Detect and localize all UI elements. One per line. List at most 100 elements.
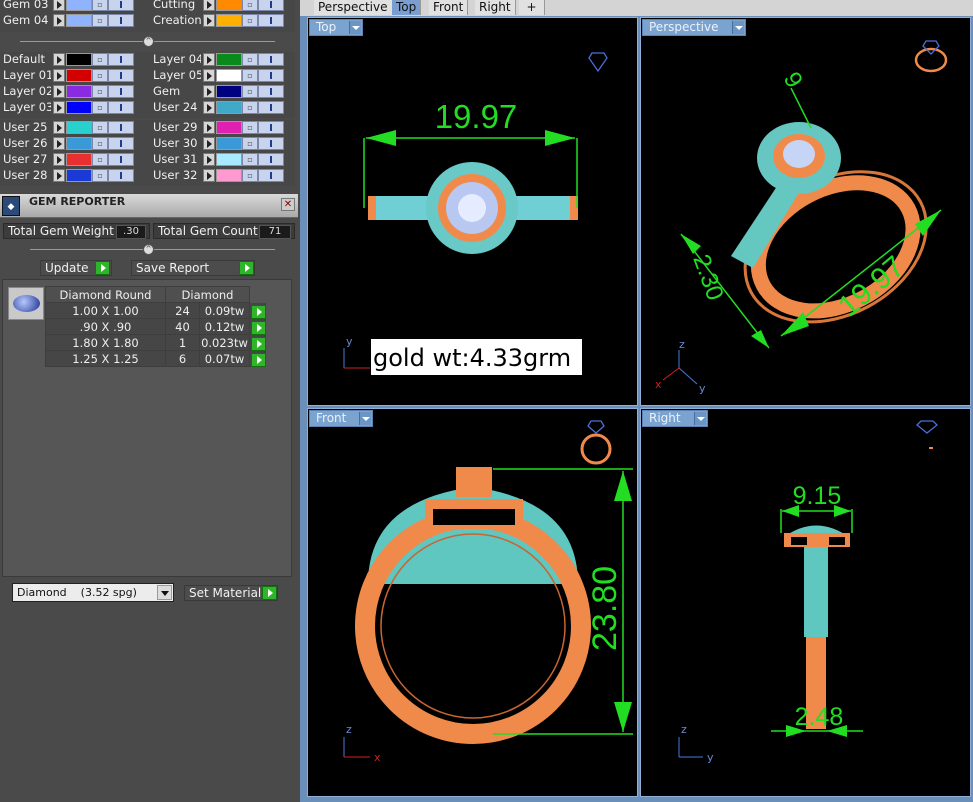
layer-expand-arrow-icon[interactable]: [203, 0, 215, 11]
visibility-icon[interactable]: [258, 137, 284, 150]
layer-expand-arrow-icon[interactable]: [203, 53, 215, 66]
layer-expand-arrow-icon[interactable]: [203, 137, 215, 150]
layer-row[interactable]: Gem 04 ▫: [0, 13, 145, 28]
layer-color-swatch[interactable]: [216, 137, 242, 150]
lock-icon[interactable]: ▫: [92, 53, 108, 66]
layer-row[interactable]: Creation ▫: [150, 13, 295, 28]
layer-color-swatch[interactable]: [66, 169, 92, 182]
save-report-button[interactable]: Save Report: [131, 260, 255, 276]
layer-row[interactable]: Layer 05 ▫: [150, 68, 295, 83]
layer-row[interactable]: User 27 ▫: [0, 152, 145, 167]
lock-icon[interactable]: ▫: [242, 85, 258, 98]
layer-color-swatch[interactable]: [66, 14, 92, 27]
lock-icon[interactable]: ▫: [92, 169, 108, 182]
layer-expand-arrow-icon[interactable]: [53, 121, 65, 134]
layer-row[interactable]: Cutting ▫: [150, 0, 295, 12]
layer-row[interactable]: User 26 ▫: [0, 136, 145, 151]
tab-front[interactable]: Front: [429, 0, 469, 15]
layer-expand-arrow-icon[interactable]: [53, 101, 65, 114]
layer-color-swatch[interactable]: [216, 121, 242, 134]
layer-row[interactable]: User 29 ▫: [150, 120, 295, 135]
layer-color-swatch[interactable]: [216, 69, 242, 82]
add-tab-icon[interactable]: +: [519, 0, 545, 15]
visibility-icon[interactable]: [108, 53, 134, 66]
collapse-knob-icon[interactable]: ^: [143, 244, 154, 255]
layer-color-swatch[interactable]: [66, 53, 92, 66]
play-icon[interactable]: [251, 336, 266, 351]
chevron-down-icon[interactable]: [693, 412, 706, 425]
layer-row[interactable]: Default ▫: [0, 52, 145, 67]
visibility-icon[interactable]: [108, 137, 134, 150]
visibility-icon[interactable]: [258, 101, 284, 114]
layer-expand-arrow-icon[interactable]: [203, 85, 215, 98]
table-row[interactable]: 1.00 X 1.00 24 0.09tw: [45, 302, 266, 319]
lock-icon[interactable]: ▫: [242, 169, 258, 182]
layer-color-swatch[interactable]: [216, 0, 242, 11]
layer-color-swatch[interactable]: [216, 169, 242, 182]
play-icon[interactable]: [251, 320, 266, 335]
visibility-icon[interactable]: [258, 0, 284, 11]
layer-color-swatch[interactable]: [66, 85, 92, 98]
viewport-label-perspective[interactable]: Perspective: [642, 19, 746, 36]
layer-expand-arrow-icon[interactable]: [203, 14, 215, 27]
lock-icon[interactable]: ▫: [92, 101, 108, 114]
layer-expand-arrow-icon[interactable]: [53, 53, 65, 66]
layer-color-swatch[interactable]: [66, 153, 92, 166]
layer-expand-arrow-icon[interactable]: [53, 137, 65, 150]
layer-expand-arrow-icon[interactable]: [203, 101, 215, 114]
lock-icon[interactable]: ▫: [242, 137, 258, 150]
layer-row[interactable]: User 28 ▫: [0, 168, 145, 183]
visibility-icon[interactable]: [108, 0, 134, 11]
lock-icon[interactable]: ▫: [92, 14, 108, 27]
layer-color-swatch[interactable]: [216, 85, 242, 98]
lock-icon[interactable]: ▫: [92, 121, 108, 134]
material-select[interactable]: Diamond (3.52 spg): [12, 583, 174, 602]
layer-row[interactable]: Gem 03 ▫: [0, 0, 145, 12]
visibility-icon[interactable]: [108, 153, 134, 166]
tab-top[interactable]: Top: [392, 0, 422, 15]
play-icon[interactable]: [251, 304, 266, 319]
layer-row[interactable]: Layer 03 ▫: [0, 100, 145, 115]
layer-color-swatch[interactable]: [216, 14, 242, 27]
row-select-button[interactable]: [249, 334, 266, 351]
viewport-right[interactable]: 9.15 2.48 z y Right: [640, 408, 971, 797]
visibility-icon[interactable]: [108, 101, 134, 114]
layer-expand-arrow-icon[interactable]: [203, 121, 215, 134]
tab-perspective[interactable]: Perspective: [314, 0, 393, 15]
layer-expand-arrow-icon[interactable]: [203, 169, 215, 182]
layer-color-swatch[interactable]: [66, 69, 92, 82]
lock-icon[interactable]: ▫: [92, 153, 108, 166]
layer-row[interactable]: Layer 02 ▫: [0, 84, 145, 99]
row-select-button[interactable]: [249, 302, 266, 319]
layer-row[interactable]: Gem ▫: [150, 84, 295, 99]
layer-row[interactable]: User 25 ▫: [0, 120, 145, 135]
layer-row[interactable]: User 32 ▫: [150, 168, 295, 183]
table-row[interactable]: 1.80 X 1.80 1 0.023tw: [45, 334, 266, 351]
visibility-icon[interactable]: [258, 69, 284, 82]
layer-expand-arrow-icon[interactable]: [53, 0, 65, 11]
layer-color-swatch[interactable]: [66, 137, 92, 150]
layer-row[interactable]: Layer 04 ▫: [150, 52, 295, 67]
layer-row[interactable]: Layer 01 ▫: [0, 68, 145, 83]
visibility-icon[interactable]: [108, 169, 134, 182]
layer-row[interactable]: User 31 ▫: [150, 152, 295, 167]
layer-color-swatch[interactable]: [66, 121, 92, 134]
table-row[interactable]: 1.25 X 1.25 6 0.07tw: [45, 350, 266, 367]
viewport-label-right[interactable]: Right: [642, 410, 708, 427]
viewport-front[interactable]: 23.80 z x Front: [307, 408, 638, 797]
layer-color-swatch[interactable]: [66, 0, 92, 11]
collapse-knob-icon[interactable]: ^: [143, 36, 154, 47]
layer-expand-arrow-icon[interactable]: [203, 69, 215, 82]
chevron-down-icon[interactable]: [157, 585, 172, 600]
row-select-button[interactable]: [249, 350, 266, 367]
layer-row[interactable]: User 30 ▫: [150, 136, 295, 151]
lock-icon[interactable]: ▫: [242, 14, 258, 27]
viewport-label-front[interactable]: Front: [309, 410, 374, 427]
viewport-top[interactable]: 19.97 y x Top gold wt:4.33grm: [307, 17, 638, 406]
viewport-perspective[interactable]: 19.97 2.30 9 z y x Perspective: [640, 17, 971, 406]
layer-color-swatch[interactable]: [66, 101, 92, 114]
layer-expand-arrow-icon[interactable]: [53, 169, 65, 182]
layer-expand-arrow-icon[interactable]: [53, 85, 65, 98]
close-icon[interactable]: ✕: [281, 198, 295, 211]
layer-color-swatch[interactable]: [216, 153, 242, 166]
